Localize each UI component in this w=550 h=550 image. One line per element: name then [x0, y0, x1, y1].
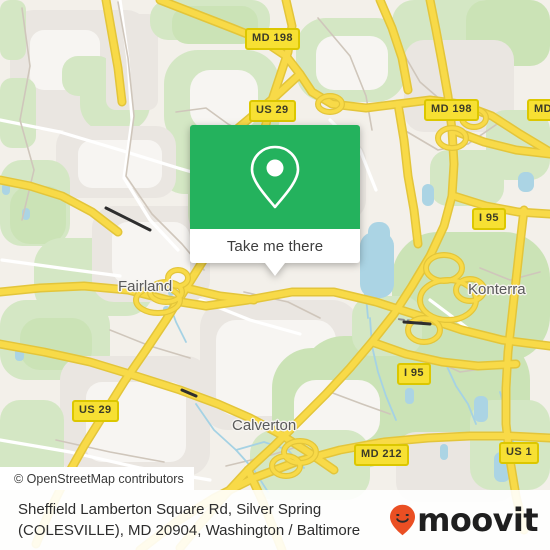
map-landcover — [80, 62, 150, 132]
map-water — [360, 232, 394, 298]
map-landcover — [0, 300, 110, 380]
map-pin-icon — [250, 145, 300, 209]
map-landcover — [300, 336, 530, 456]
map-attribution[interactable]: © OpenStreetMap contributors — [0, 467, 194, 490]
map-water — [364, 282, 380, 304]
highway-shield-i-95-south: I 95 — [397, 363, 431, 385]
address-line-2: (COLESVILLE), MD 20904, Washington / Bal… — [18, 522, 361, 539]
moovit-location-card: Fairland Calverton Konterra MD 198 US 29… — [0, 0, 550, 550]
map-landcover — [20, 318, 92, 370]
map-landcover — [10, 186, 66, 244]
highway-shield-us-1: US 1 — [499, 442, 540, 464]
map-water — [22, 208, 30, 220]
highway-shield-md-edge: MD — [527, 99, 550, 121]
map-landcover — [56, 126, 176, 198]
map-water — [440, 444, 448, 460]
location-callout-card[interactable]: Take me there — [190, 125, 360, 276]
map-water — [368, 222, 390, 252]
map-landcover — [112, 222, 190, 284]
map-landcover — [78, 140, 162, 188]
highway-shield-md-198-east: MD 198 — [424, 99, 479, 121]
map-water — [474, 396, 488, 422]
take-me-there-button[interactable]: Take me there — [190, 229, 360, 263]
highway-shield-us-29-north: US 29 — [249, 100, 296, 122]
footer-bar: Sheffield Lamberton Square Rd, Silver Sp… — [0, 490, 550, 550]
map-landcover — [30, 30, 100, 90]
address-label: Sheffield Lamberton Square Rd, Silver Sp… — [0, 499, 389, 542]
map-water — [518, 172, 534, 192]
map-landcover — [106, 14, 158, 110]
map-landcover — [296, 18, 406, 102]
map-landcover — [190, 70, 258, 130]
map-landcover — [0, 0, 26, 60]
map-landcover — [430, 150, 504, 206]
moovit-logo[interactable]: moovit — [389, 504, 550, 536]
callout-pin-panel — [190, 125, 360, 229]
map-landcover — [200, 300, 360, 430]
map-water — [2, 183, 10, 195]
map-water — [15, 345, 24, 361]
map-landcover — [10, 10, 150, 130]
map-landcover — [0, 160, 70, 246]
map-water — [163, 306, 170, 324]
map-landcover — [86, 382, 186, 462]
map-place-label: Konterra — [468, 281, 526, 298]
map-water — [422, 184, 434, 206]
moovit-pin-icon — [389, 504, 416, 536]
map-landcover — [392, 0, 502, 54]
highway-shield-md-212: MD 212 — [354, 444, 409, 466]
map-place-label: Fairland — [118, 278, 173, 295]
map-landcover — [62, 56, 114, 96]
map-landcover — [0, 78, 36, 148]
map-water — [405, 388, 414, 404]
map-landcover — [466, 0, 550, 66]
map-landcover — [352, 296, 422, 356]
map-place-label: Calverton — [232, 417, 297, 434]
highway-shield-us-29-south: US 29 — [72, 400, 119, 422]
map-landcover — [216, 320, 336, 416]
address-line-1: Sheffield Lamberton Square Rd, Silver Sp… — [18, 500, 322, 518]
callout-pointer — [265, 263, 285, 276]
highway-shield-md-198-north: MD 198 — [245, 28, 300, 50]
map-landcover — [316, 36, 388, 90]
map-landcover — [294, 380, 380, 442]
moovit-wordmark: moovit — [417, 501, 538, 539]
map-landcover — [34, 238, 154, 316]
highway-shield-i-95-north: I 95 — [472, 208, 506, 230]
